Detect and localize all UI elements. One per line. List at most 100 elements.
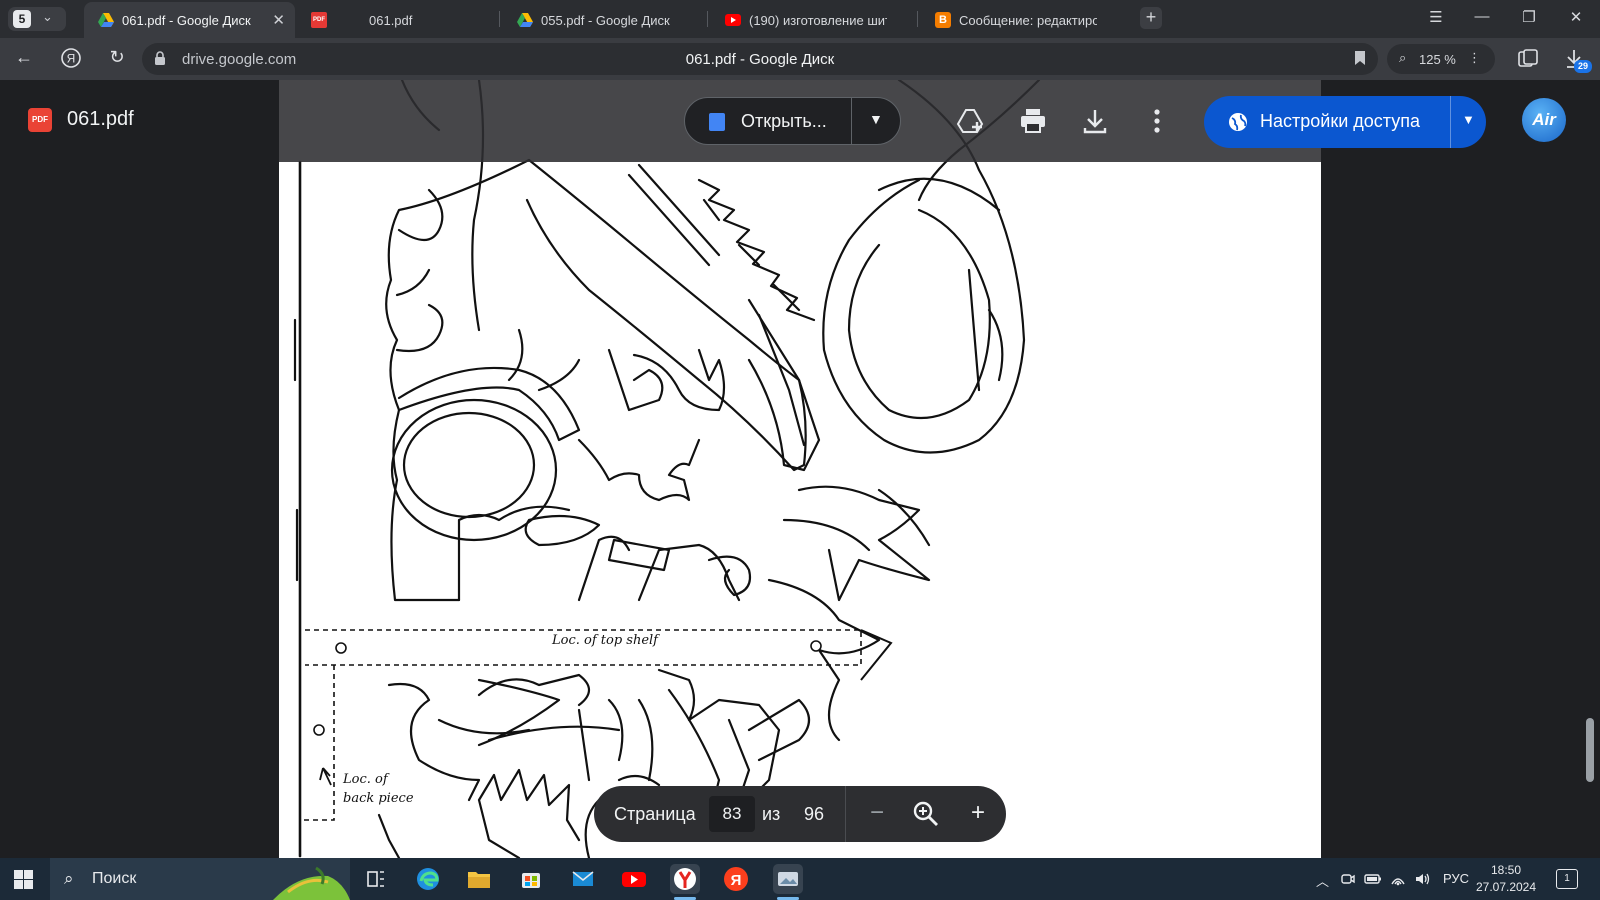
window-close-icon[interactable]: ✕ [1566,8,1586,26]
zoom-level: 125 % [1419,52,1456,67]
globe-icon [1229,113,1247,131]
search-highlight-art [273,866,350,900]
more-vertical-icon[interactable]: ⋮ [1468,50,1481,66]
notifications-icon[interactable]: 1 [1556,869,1578,889]
windows-taskbar: ⌕ Поиск Я ︿ РУС 18:50 27.07.2024 1 [0,858,1600,900]
reload-icon[interactable]: ↻ [105,47,129,68]
yandex-home-icon[interactable]: Я [59,47,83,74]
open-with-label: Открыть... [741,111,827,131]
clock-time: 18:50 [1490,863,1522,877]
collections-icon[interactable] [1516,47,1540,71]
caret-down-icon[interactable]: ▼ [1462,112,1475,127]
windows-start-icon[interactable] [14,870,33,889]
youtube-app-icon[interactable] [619,864,649,894]
tab-title: 055.pdf - Google Диск [541,13,670,28]
minimize-icon[interactable]: — [1472,8,1492,25]
language-indicator[interactable]: РУС [1443,871,1469,886]
download-file-icon[interactable] [1080,106,1110,136]
chevron-up-icon[interactable]: ︿ [1316,871,1329,890]
button-divider [851,98,852,144]
tab-pdf-061[interactable]: PDF 061.pdf [297,2,497,38]
tab-drive-055[interactable]: 055.pdf - Google Диск [503,2,705,38]
photos-app-icon[interactable] [773,864,803,900]
print-icon[interactable] [1018,106,1048,136]
zoom-magnifier-icon[interactable] [912,800,940,828]
back-piece-label-line1: Loc. of [343,772,388,787]
browser-tab-strip: 5 ⌄ 061.pdf - Google Диск ✕ PDF 061.pdf … [0,0,1600,38]
tab-drive-061[interactable]: 061.pdf - Google Диск ✕ [84,2,295,38]
search-icon: ⌕ [64,869,74,888]
page-label: Страница [614,804,696,824]
restore-icon[interactable]: ❐ [1519,8,1539,26]
battery-icon[interactable] [1364,871,1382,887]
microsoft-store-icon[interactable] [516,864,546,894]
page-navigation-bar: Страница 83 из 96 − + [594,786,1006,842]
yandex-app-icon[interactable]: Я [721,864,751,894]
task-view-icon[interactable] [361,864,391,894]
pdf-icon: PDF [311,12,327,28]
blogger-icon: B [935,12,951,28]
back-arrow-icon[interactable]: ← [12,47,36,68]
page-title: 061.pdf - Google Диск [685,51,835,68]
tab-youtube[interactable]: (190) изготовление шита [711,2,915,38]
share-label: Настройки доступа [1260,111,1420,131]
browser-toolbar: ← Я ↻ drive.google.com 061.pdf - Google … [0,38,1600,80]
google-drive-icon [98,13,114,27]
pagebar-divider [845,786,846,842]
tab-title: 061.pdf [369,13,413,28]
more-options-icon[interactable] [1142,106,1172,136]
back-piece-label: Loc. of back piece [343,770,414,808]
zoom-out-icon[interactable]: − [863,800,891,828]
top-shelf-label: Loc. of top shelf [552,633,658,648]
tab-blogger[interactable]: B Сообщение: редактирова [921,2,1125,38]
account-avatar[interactable]: Air [1522,98,1566,142]
tab-menu-icon[interactable]: ☰ [1426,8,1446,26]
tab-title: 061.pdf - Google Диск [122,13,251,28]
chevron-down-icon: ⌄ [42,9,53,24]
new-tab-button[interactable]: + [1140,7,1162,29]
edge-browser-icon[interactable] [413,864,443,894]
pdf-viewer: Loc. of top shelf Loc. of back piece PDF… [0,80,1600,858]
svg-text:Я: Я [731,872,742,889]
open-with-button[interactable]: Открыть... ▼ [684,97,901,145]
scrollbar-thumb[interactable] [1586,718,1594,782]
system-clock[interactable]: 18:50 27.07.2024 [1470,862,1542,896]
wifi-icon[interactable] [1390,871,1406,887]
downloads-badge: 29 [1574,60,1592,73]
volume-icon[interactable] [1414,871,1432,887]
tab-count: 5 [13,10,31,28]
caret-down-icon[interactable]: ▼ [869,111,883,127]
file-name: 061.pdf [67,108,134,130]
zoom-in-icon[interactable]: + [964,800,992,828]
of-label: из [762,804,781,824]
share-settings-button[interactable]: Настройки доступа ▼ [1204,96,1486,148]
total-pages: 96 [804,804,825,824]
search-placeholder: Поиск [92,870,137,887]
tab-title: (190) изготовление шита [749,13,887,28]
clock-date: 27.07.2024 [1475,880,1537,894]
tab-groups-button[interactable]: 5 ⌄ [8,7,66,31]
zoom-indicator[interactable]: ⌕ 125 % ⋮ [1387,44,1495,74]
youtube-icon [725,14,741,26]
pattern-drawing [293,80,1041,858]
google-docs-icon [709,113,725,131]
tab-separator [499,11,500,27]
meet-now-icon[interactable] [1340,871,1356,887]
tab-separator [707,11,708,27]
pdf-page[interactable]: Loc. of top shelf Loc. of back piece [279,80,1321,858]
current-page-input[interactable]: 83 [709,796,755,832]
bookmark-icon[interactable] [1354,50,1366,66]
address-bar[interactable]: drive.google.com 061.pdf - Google Диск [142,43,1378,75]
button-divider [1450,96,1451,148]
close-icon[interactable]: ✕ [272,11,285,29]
add-to-drive-icon[interactable] [955,106,985,136]
file-explorer-icon[interactable] [464,864,494,894]
back-piece-label-line2: back piece [343,791,414,806]
yandex-browser-icon[interactable] [670,864,700,900]
mail-icon[interactable] [568,864,598,894]
pdf-file-icon: PDF [28,108,52,132]
taskbar-search[interactable]: ⌕ Поиск [50,858,350,900]
zoom-magnifier-icon: ⌕ [1399,50,1407,65]
svg-text:Я: Я [67,52,76,66]
google-drive-icon [517,13,533,27]
